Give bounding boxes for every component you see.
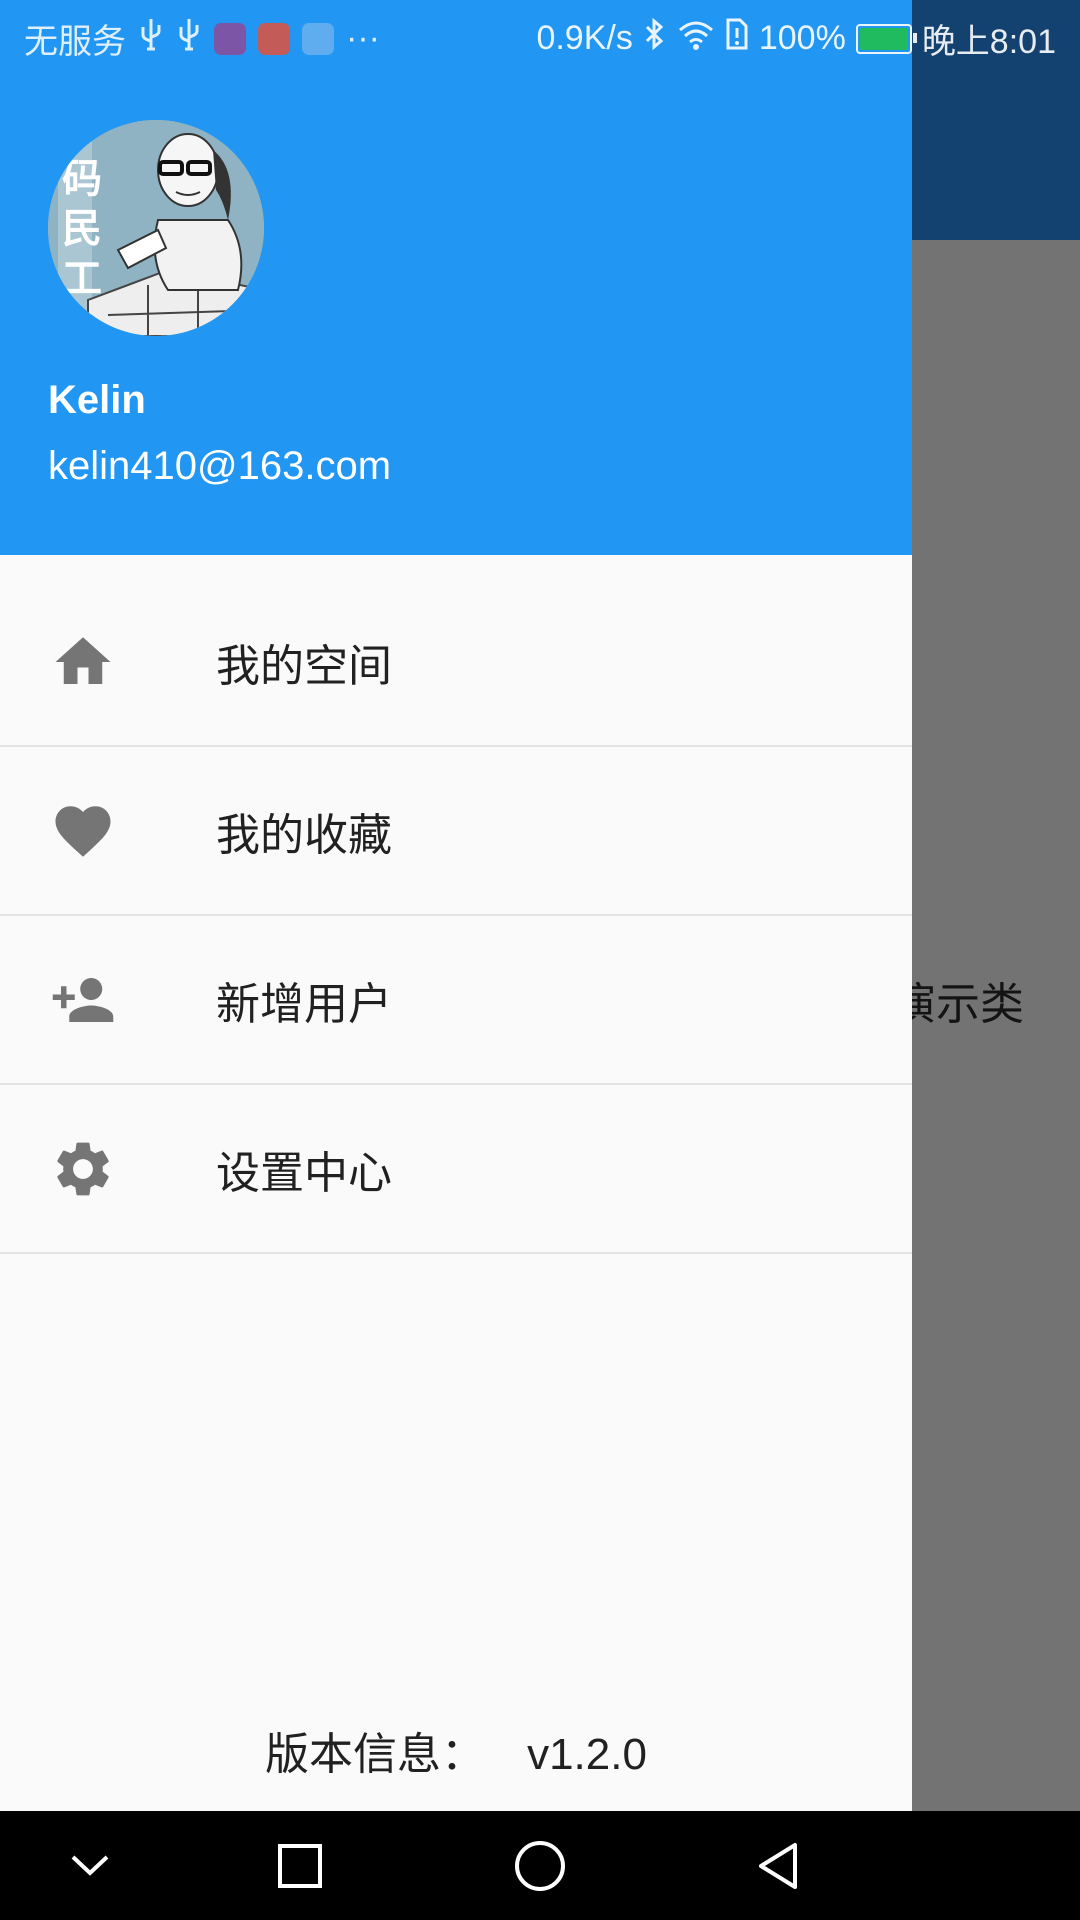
bluetooth-icon bbox=[643, 17, 667, 60]
menu-item-settings[interactable]: 设置中心 bbox=[0, 1085, 912, 1254]
status-bar: 无服务 ··· 0.9K/s 100% 晚上8:01 bbox=[0, 0, 1080, 76]
avatar-illustration: 码 民 工 bbox=[48, 120, 264, 336]
menu-item-label: 新增用户 bbox=[216, 978, 392, 1030]
more-notifications-icon: ··· bbox=[346, 19, 380, 57]
net-speed: 0.9K/s bbox=[536, 19, 633, 57]
clock: 晚上8:01 bbox=[921, 23, 1056, 61]
status-bar-left: 无服务 ··· bbox=[24, 14, 380, 63]
menu-item-label: 我的收藏 bbox=[216, 809, 392, 861]
home-circle-icon[interactable] bbox=[507, 1833, 573, 1899]
menu-item-add-user[interactable]: 新增用户 bbox=[0, 916, 912, 1085]
drawer-menu: 我的空间 我的收藏 新增用户 设置中心 bbox=[0, 578, 912, 1254]
menu-item-my-space[interactable]: 我的空间 bbox=[0, 578, 912, 747]
settings-icon bbox=[50, 1136, 116, 1202]
home-icon bbox=[50, 629, 116, 695]
status-bar-right: 0.9K/s 100% 晚上8:01 bbox=[536, 14, 1056, 63]
video-app-icon bbox=[258, 22, 290, 55]
recents-icon[interactable] bbox=[267, 1833, 333, 1899]
person-add-icon bbox=[50, 967, 116, 1033]
menu-item-my-favorites[interactable]: 我的收藏 bbox=[0, 747, 912, 916]
svg-text:工: 工 bbox=[62, 255, 102, 302]
avatar[interactable]: 码 民 工 bbox=[48, 120, 264, 336]
system-nav-bar bbox=[0, 1811, 1080, 1920]
navigation-drawer: 码 民 工 Kelin kelin410@163.com 我的空间 我的收藏 新… bbox=[0, 0, 912, 1811]
sim-alert-icon bbox=[725, 17, 749, 60]
version-info: 版本信息： v1.2.0 bbox=[0, 1718, 912, 1782]
menu-item-label: 我的空间 bbox=[216, 640, 392, 692]
wifi-icon bbox=[677, 18, 715, 59]
back-triangle-icon[interactable] bbox=[747, 1833, 813, 1899]
drawer-header: 码 民 工 Kelin kelin410@163.com bbox=[0, 0, 912, 555]
heart-icon bbox=[50, 798, 116, 864]
version-label: 版本信息： bbox=[265, 1729, 486, 1780]
back-chevron-icon[interactable] bbox=[57, 1833, 123, 1899]
menu-item-label: 设置中心 bbox=[216, 1147, 392, 1199]
user-name: Kelin bbox=[48, 378, 146, 422]
usb-icon bbox=[138, 17, 164, 60]
user-email: kelin410@163.com bbox=[48, 444, 392, 488]
battery-percent: 100% bbox=[758, 19, 846, 57]
battery-icon bbox=[855, 23, 917, 54]
app-notification-icon bbox=[214, 22, 246, 55]
version-value: v1.2.0 bbox=[527, 1730, 647, 1779]
svg-text:码: 码 bbox=[62, 155, 102, 202]
carrier-text: 无服务 bbox=[24, 23, 126, 61]
svg-text:民: 民 bbox=[62, 205, 102, 252]
browser-app-icon bbox=[302, 22, 334, 55]
usb-icon bbox=[176, 17, 202, 60]
